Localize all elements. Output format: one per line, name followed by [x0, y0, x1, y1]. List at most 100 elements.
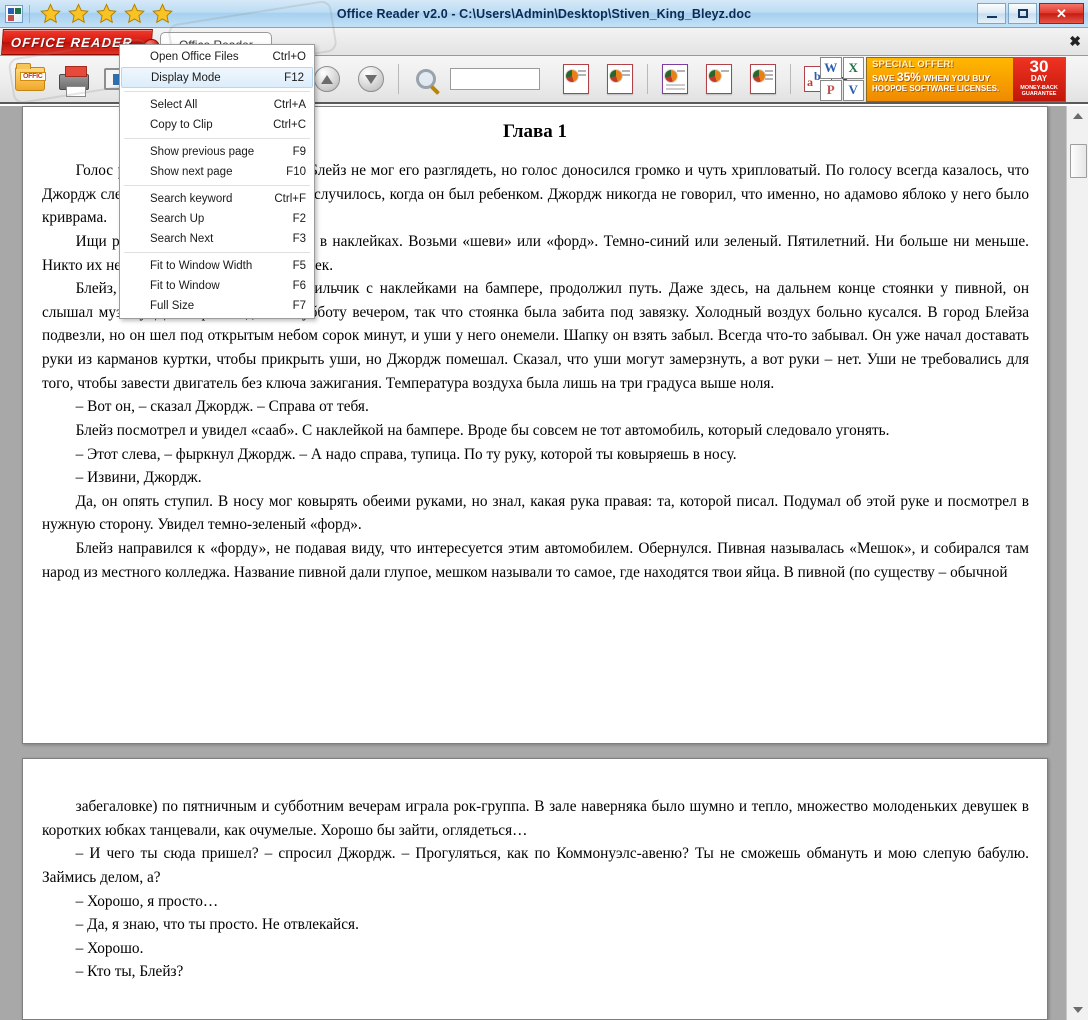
menu-item-search-next[interactable]: Search Next F3	[120, 229, 314, 249]
menu-item-open-office-files[interactable]: Open Office Files Ctrl+O	[120, 47, 314, 67]
paragraph: – И чего ты сюда пришел? – спросил Джорд…	[42, 845, 1029, 886]
search-up-button[interactable]	[556, 58, 596, 100]
menu-item-full-size[interactable]: Full Size F7	[120, 296, 314, 316]
menu-separator	[124, 91, 310, 92]
menu-item-label: Display Mode	[151, 71, 221, 84]
scroll-down-button[interactable]	[1067, 1000, 1088, 1020]
search-next-icon	[607, 64, 633, 94]
advertisement-banner[interactable]: SPECIAL OFFER! SAVE 35% WHEN YOU BUY HOO…	[866, 57, 1066, 102]
menu-item-label: Fit to Window	[150, 280, 220, 292]
vertical-scrollbar[interactable]	[1066, 106, 1088, 1020]
fit-to-window-width-button[interactable]	[655, 58, 695, 100]
fit-width-icon	[662, 64, 688, 94]
menu-item-select-all[interactable]: Select All Ctrl+A	[120, 95, 314, 115]
paragraph: – Извини, Джордж.	[75, 469, 202, 487]
office-suite-icons: WXPV	[820, 57, 864, 101]
scroll-up-button[interactable]	[1067, 106, 1088, 126]
menu-separator	[124, 138, 310, 139]
context-menu[interactable]: Open Office Files Ctrl+O Display Mode F12 Se…	[119, 44, 315, 319]
office-tile-v-icon: V	[842, 79, 864, 101]
menu-item-label: Open Office Files	[150, 51, 239, 63]
arrow-up-icon	[314, 66, 340, 92]
advert-headline: SPECIAL OFFER!	[872, 59, 954, 70]
toolbar-separator	[647, 64, 648, 94]
close-tab-icon[interactable]: ✖	[1069, 34, 1081, 48]
window-controls: ✕	[977, 3, 1084, 24]
menu-item-label: Copy to Clip	[150, 119, 213, 131]
menu-item-show-next-page[interactable]: Show next page F10	[120, 162, 314, 182]
menu-separator	[124, 185, 310, 186]
document-page-2: забегаловке) по пятничным и субботним ве…	[22, 758, 1048, 1020]
star-icon	[40, 3, 61, 24]
menu-item-label: Search keyword	[150, 193, 233, 205]
paragraph: – Да, я знаю, что ты просто. Не отвлекай…	[75, 916, 359, 934]
badge-number: 30	[1029, 57, 1049, 76]
advert-line2: SAVE 35% WHEN YOU BUY	[872, 71, 1009, 84]
menu-item-shortcut: F7	[292, 300, 306, 312]
menu-separator	[124, 252, 310, 253]
scroll-down-icon	[1073, 1007, 1083, 1013]
guarantee-badge: 30 DAY MONEY-BACK GUARANTEE	[1013, 58, 1065, 101]
magnifier-icon	[416, 69, 436, 89]
office-tile-x-icon: X	[842, 57, 864, 79]
maximize-button[interactable]	[1008, 3, 1037, 24]
menu-item-label: Show previous page	[150, 146, 255, 158]
menu-item-shortcut: F6	[292, 280, 306, 292]
menu-item-show-previous-page[interactable]: Show previous page F9	[120, 142, 314, 162]
open-office-files-button[interactable]: OFFIC	[10, 58, 50, 100]
office-app-icon	[5, 4, 23, 23]
full-size-button[interactable]	[743, 58, 783, 100]
office-reader-window: Office Reader v2.0 - C:\Users\Admin\Desk…	[0, 0, 1088, 1020]
brand-label: OFFICE READER	[10, 34, 134, 50]
close-icon: ✕	[1056, 5, 1067, 21]
show-next-page-button[interactable]	[351, 58, 391, 100]
badge-unit: DAY	[1030, 74, 1048, 83]
paragraph: – Хорошо, я просто…	[75, 892, 219, 910]
menu-item-shortcut: Ctrl+F	[274, 193, 306, 205]
close-button[interactable]: ✕	[1039, 3, 1084, 24]
menu-item-display-mode[interactable]: Display Mode F12	[121, 67, 313, 88]
fit-to-window-button[interactable]	[699, 58, 739, 100]
menu-item-label: Select All	[150, 99, 198, 111]
menu-item-shortcut: Ctrl+A	[273, 99, 306, 111]
menu-item-shortcut: F12	[284, 71, 304, 84]
menu-item-shortcut: F3	[292, 233, 306, 245]
folder-office-icon: OFFIC	[15, 63, 46, 91]
paragraph: забегаловке) по пятничным и субботним ве…	[42, 798, 1029, 839]
print-button[interactable]	[54, 58, 94, 100]
advert-text: SPECIAL OFFER! SAVE 35% WHEN YOU BUY HOO…	[867, 58, 1013, 101]
menu-item-fit-to-window-width[interactable]: Fit to Window Width F5	[120, 256, 314, 276]
page-2-body: забегаловке) по пятничным и субботним ве…	[23, 795, 1047, 984]
office-tile-p-icon: P	[820, 79, 842, 101]
search-next-button[interactable]	[600, 58, 640, 100]
search-up-icon	[563, 64, 589, 94]
menu-item-shortcut: F2	[292, 213, 306, 225]
menu-item-label: Show next page	[150, 166, 233, 178]
paragraph: – Хорошо.	[75, 939, 144, 957]
scroll-thumb[interactable]	[1070, 144, 1087, 178]
menu-item-label: Search Up	[150, 213, 205, 225]
titlebar-divider	[29, 4, 30, 23]
rating-stars	[40, 3, 173, 24]
star-icon	[124, 3, 145, 24]
menu-item-copy-to-clip[interactable]: Copy to Clip Ctrl+C	[120, 115, 314, 135]
toolbar-separator	[790, 64, 791, 94]
advert-save-word: SAVE	[872, 72, 895, 83]
maximize-icon	[1017, 9, 1028, 18]
menu-item-search-keyword[interactable]: Search keyword Ctrl+F	[120, 189, 314, 209]
paragraph: – Кто ты, Блейз?	[75, 963, 184, 981]
menu-item-shortcut: Ctrl+O	[272, 51, 306, 63]
paragraph: Блейз направился к «форду», не подавая в…	[42, 540, 1029, 581]
menu-item-fit-to-window[interactable]: Fit to Window F6	[120, 276, 314, 296]
office-tile-w-icon: W	[820, 57, 842, 79]
printer-icon	[59, 66, 89, 97]
menu-item-search-up[interactable]: Search Up F2	[120, 209, 314, 229]
fit-window-icon	[706, 64, 732, 94]
search-keyword-button[interactable]	[406, 58, 446, 100]
minimize-button[interactable]	[977, 3, 1006, 24]
menu-item-label: Full Size	[150, 300, 195, 312]
paragraph: Да, он опять ступил. В носу мог ковырять…	[42, 492, 1029, 534]
search-input[interactable]	[450, 68, 540, 90]
badge-note: MONEY-BACK GUARANTEE	[1020, 85, 1058, 97]
star-icon	[96, 3, 117, 24]
